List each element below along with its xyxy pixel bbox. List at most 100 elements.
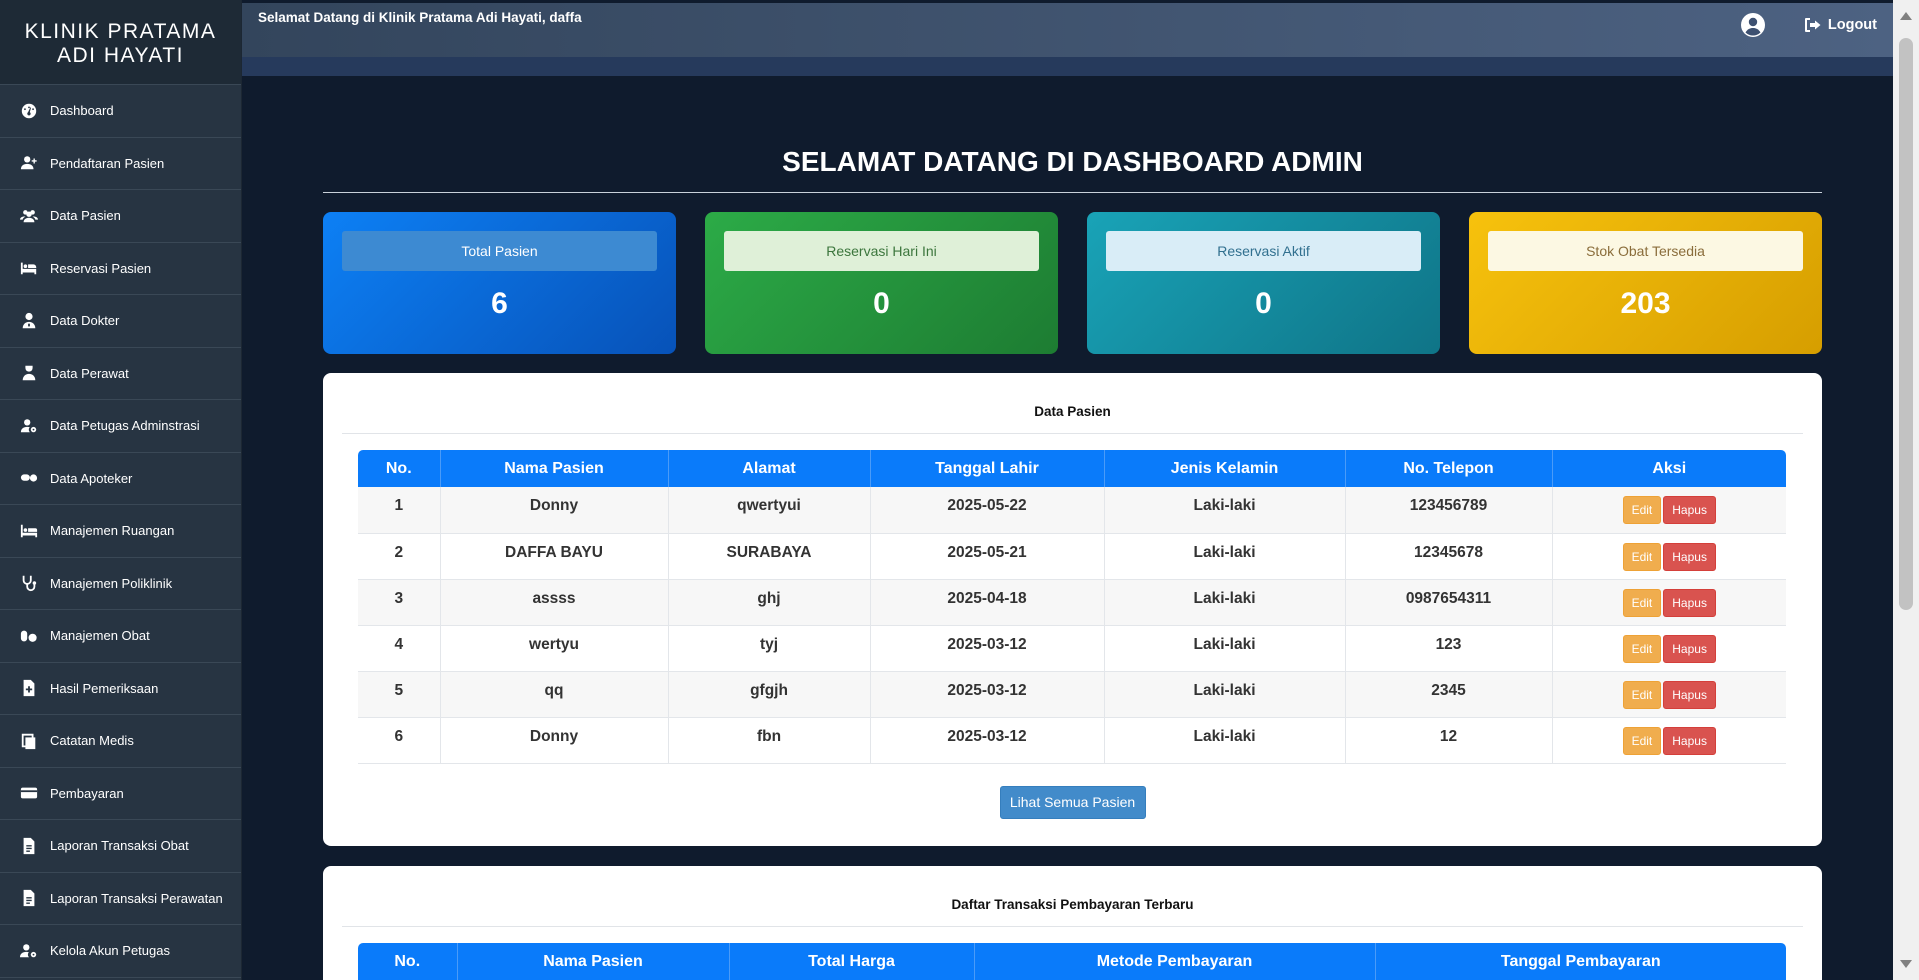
table-row: 2 DAFFA BAYU SURABAYA 2025-05-21 Laki-la… — [358, 533, 1786, 580]
cell-no: 4 — [358, 625, 441, 672]
delete-button[interactable]: Hapus — [1663, 726, 1716, 755]
welcome-message: Selamat Datang di Klinik Pratama Adi Hay… — [258, 9, 582, 25]
sidebar-item-data-petugas-adminstrasi[interactable]: Data Petugas Adminstrasi — [0, 400, 241, 453]
cell-alamat: tyj — [668, 625, 871, 672]
sidebar-item-pembayaran[interactable]: Pembayaran — [0, 768, 241, 820]
pills-icon — [20, 469, 38, 487]
cell-jenis-kelamin: Laki-laki — [1104, 487, 1346, 534]
stat-card-reservasi-hari-ini: Reservasi Hari Ini 0 — [705, 212, 1058, 354]
page-scrollbar[interactable] — [1893, 0, 1919, 980]
sidebar-item-data-dokter[interactable]: Data Dokter — [0, 295, 241, 348]
delete-button[interactable]: Hapus — [1663, 680, 1716, 709]
edit-button[interactable]: Edit — [1622, 726, 1662, 755]
sidebar-item-manajemen-poliklinik[interactable]: Manajemen Poliklinik — [0, 558, 241, 610]
topbar-actions: Logout — [1740, 12, 1877, 38]
sidebar-item-dashboard[interactable]: Dashboard — [0, 85, 241, 138]
topbar: Selamat Datang di Klinik Pratama Adi Hay… — [242, 3, 1893, 57]
cell-no: 3 — [358, 579, 441, 626]
edit-button[interactable]: Edit — [1622, 634, 1662, 663]
sidebar-item-pendaftaran-pasien[interactable]: Pendaftaran Pasien — [0, 138, 241, 190]
column-header: Tanggal Pembayaran — [1375, 943, 1786, 980]
delete-button[interactable]: Hapus — [1663, 496, 1716, 524]
cell-tanggal-lahir: 2025-03-12 — [870, 671, 1105, 718]
brand-logo: KLINIK PRATAMA ADI HAYATI — [0, 0, 241, 85]
table-row: 3 assss ghj 2025-04-18 Laki-laki 0987654… — [358, 579, 1786, 626]
cell-alamat: qwertyui — [668, 487, 871, 534]
transactions-panel-title: Daftar Transaksi Pembayaran Terbaru — [342, 866, 1803, 927]
cell-nama: Donny — [440, 717, 669, 764]
document-icon — [20, 837, 38, 855]
cell-no: 5 — [358, 671, 441, 718]
sidebar: KLINIK PRATAMA ADI HAYATI Dashboard Pend… — [0, 0, 242, 980]
sidebar-item-reservasi-pasien[interactable]: Reservasi Pasien — [0, 243, 241, 295]
column-header: Nama Pasien — [457, 943, 730, 980]
scroll-down-arrow-icon[interactable] — [1900, 960, 1912, 968]
edit-button[interactable]: Edit — [1622, 496, 1662, 524]
credit-card-icon — [20, 784, 38, 802]
sidebar-item-label: Data Perawat — [50, 365, 129, 381]
sidebar-item-label: Pembayaran — [50, 785, 124, 801]
column-header: Total Harga — [729, 943, 975, 980]
delete-button[interactable]: Hapus — [1663, 542, 1716, 571]
cell-jenis-kelamin: Laki-laki — [1104, 717, 1346, 764]
edit-button[interactable]: Edit — [1622, 680, 1662, 709]
sidebar-item-label: Data Apoteker — [50, 470, 133, 486]
cell-no: 2 — [358, 533, 441, 580]
file-medical-icon — [20, 679, 38, 697]
sidebar-item-laporan-transaksi-perawatan[interactable]: Laporan Transaksi Perawatan — [0, 873, 241, 925]
patients-panel: Data Pasien No. Nama Pasien Alamat Tangg… — [323, 373, 1822, 846]
users-icon — [20, 207, 38, 225]
stat-card-value: 6 — [491, 287, 508, 320]
sidebar-item-laporan-transaksi-obat[interactable]: Laporan Transaksi Obat — [0, 820, 241, 873]
sidebar-item-manajemen-ruangan[interactable]: Manajemen Ruangan — [0, 505, 241, 558]
cell-jenis-kelamin: Laki-laki — [1104, 625, 1346, 672]
stat-card-label: Stok Obat Tersedia — [1488, 231, 1803, 271]
delete-button[interactable]: Hapus — [1663, 634, 1716, 663]
cell-telepon: 123456789 — [1345, 487, 1553, 534]
table-row: 6 Donny fbn 2025-03-12 Laki-laki 12 Edit… — [358, 717, 1786, 764]
column-header: Tanggal Lahir — [870, 450, 1105, 487]
scroll-up-arrow-icon[interactable] — [1900, 12, 1912, 20]
sidebar-item-kelola-akun-petugas[interactable]: Kelola Akun Petugas — [0, 925, 241, 978]
column-header: No. Telepon — [1345, 450, 1553, 487]
column-header: Nama Pasien — [440, 450, 669, 487]
delete-button[interactable]: Hapus — [1663, 588, 1716, 617]
cell-alamat: fbn — [668, 717, 871, 764]
sidebar-item-data-pasien[interactable]: Data Pasien — [0, 190, 241, 243]
cell-jenis-kelamin: Laki-laki — [1104, 579, 1346, 626]
sidebar-item-label: Manajemen Obat — [50, 628, 150, 644]
user-avatar-icon[interactable] — [1740, 12, 1766, 38]
room-bed-icon — [20, 522, 38, 540]
sidebar-item-label: Manajemen Ruangan — [50, 523, 175, 539]
main-content: SELAMAT DATANG DI DASHBOARD ADMIN Total … — [242, 76, 1893, 980]
sidebar-item-hasil-pemeriksaan[interactable]: Hasil Pemeriksaan — [0, 663, 241, 715]
sidebar-item-data-perawat[interactable]: Data Perawat — [0, 348, 241, 400]
sidebar-item-label: Manajemen Poliklinik — [50, 575, 173, 591]
sidebar-item-label: Pendaftaran Pasien — [50, 155, 165, 171]
nurse-icon — [20, 364, 38, 382]
stethoscope-icon — [20, 574, 38, 592]
sidebar-item-data-apoteker[interactable]: Data Apoteker — [0, 453, 241, 505]
cell-alamat: ghj — [668, 579, 871, 626]
scrollbar-thumb[interactable] — [1899, 38, 1913, 610]
cell-alamat: gfgjh — [668, 671, 871, 718]
sidebar-item-manajemen-obat[interactable]: Manajemen Obat — [0, 610, 241, 663]
edit-button[interactable]: Edit — [1622, 542, 1662, 571]
topbar-strip — [242, 57, 1893, 76]
stat-card-value: 203 — [1620, 287, 1671, 320]
logout-icon — [1804, 18, 1821, 32]
cell-telepon: 2345 — [1345, 671, 1553, 718]
notes-icon — [20, 732, 38, 750]
cell-jenis-kelamin: Laki-laki — [1104, 671, 1346, 718]
edit-button[interactable]: Edit — [1622, 588, 1662, 617]
patients-table: No. Nama Pasien Alamat Tanggal Lahir Jen… — [358, 450, 1786, 764]
brand-line-1: KLINIK PRATAMA — [24, 20, 217, 43]
see-all-patients-button[interactable]: Lihat Semua Pasien — [999, 785, 1146, 819]
cell-no: 6 — [358, 717, 441, 764]
cell-telepon: 123 — [1345, 625, 1553, 672]
logout-label: Logout — [1827, 17, 1877, 33]
column-header: No. — [358, 450, 441, 487]
cell-nama: DAFFA BAYU — [440, 533, 669, 580]
logout-button[interactable]: Logout — [1804, 17, 1877, 33]
sidebar-item-catatan-medis[interactable]: Catatan Medis — [0, 715, 241, 768]
